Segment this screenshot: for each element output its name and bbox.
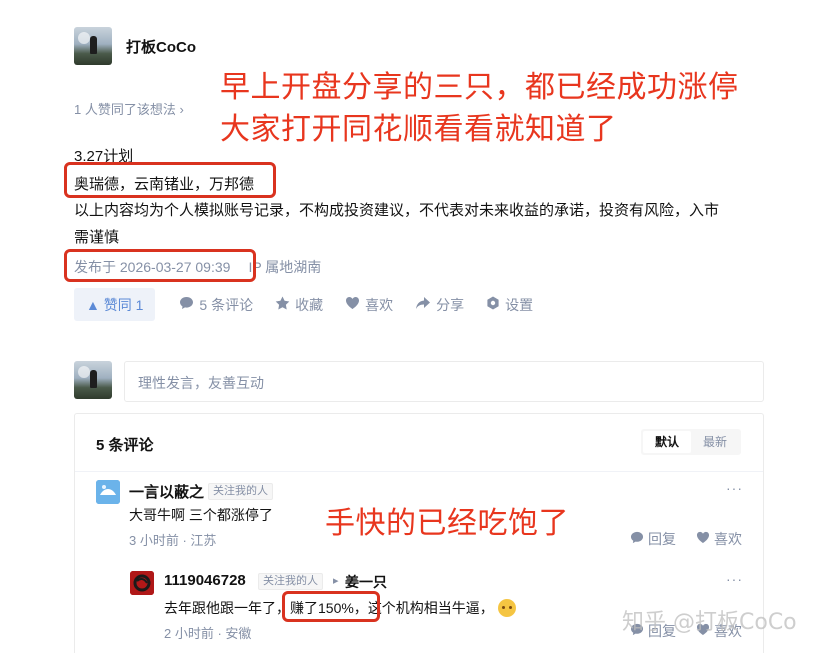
collect-label: 收藏 [295, 296, 324, 313]
comment-input[interactable]: 理性发言，友善互动 [124, 361, 764, 402]
reply-label: 回复 [648, 531, 676, 547]
chevron-right-icon: › [179, 102, 184, 117]
author-name[interactable]: 打板CoCo [126, 36, 196, 57]
settings-label: 设置 [505, 296, 534, 313]
settings-button[interactable]: 设置 [486, 295, 533, 315]
comment-icon [179, 296, 194, 313]
comment-avatar[interactable] [96, 480, 120, 504]
like-label: 喜欢 [714, 531, 742, 547]
ip-location: IP 属地湖南 [248, 259, 322, 275]
annotation-line-1: 早上开盘分享的三只，都已经成功涨停 [220, 70, 739, 105]
share-button[interactable]: 分享 [415, 295, 464, 315]
share-label: 分享 [436, 296, 465, 313]
highlight-box-return [282, 591, 380, 622]
comments-count: 5 条评论 [96, 437, 154, 454]
comment-author[interactable]: 一言以蔽之 [129, 481, 204, 502]
current-user-avatar [74, 361, 112, 399]
comment-icon [630, 531, 644, 547]
comment-text-part: 这个机构相当牛逼， [367, 600, 494, 616]
comment-like-button[interactable]: 喜欢 [696, 529, 742, 549]
likers-link[interactable]: 1 人赞同了该想法 › [74, 99, 184, 118]
reply-to-user[interactable]: 姜一只 [345, 572, 387, 592]
annotation-line-2: 大家打开同花顺看看就知道了 [220, 112, 617, 147]
divider [75, 471, 763, 472]
collect-button[interactable]: 收藏 [275, 295, 323, 315]
author-avatar[interactable] [74, 27, 112, 65]
sort-default-tab[interactable]: 默认 [642, 431, 691, 453]
sort-toggle: 默认 最新 [640, 429, 741, 455]
gear-icon [486, 296, 500, 313]
star-icon [275, 296, 290, 313]
comment-author[interactable]: 1119046728 [164, 572, 246, 589]
comments-button[interactable]: 5 条评论 [179, 295, 253, 315]
comment-text-part: 去年跟他跟一年了， [164, 600, 290, 616]
reply-arrow-icon: ▸ [333, 575, 339, 587]
sort-latest-tab[interactable]: 最新 [691, 431, 739, 453]
heart-icon [696, 531, 710, 547]
annotation-comment: 手快的已经吃饱了 [325, 506, 569, 541]
share-icon [415, 296, 431, 313]
comment-time: 2 小时前 · 安徽 [164, 626, 252, 641]
reply-button[interactable]: 回复 [630, 529, 676, 549]
watermark: 知乎 @打板CoCo [622, 610, 797, 635]
more-icon[interactable]: ··· [726, 480, 743, 496]
likers-text: 1 人赞同了该想法 [74, 102, 176, 117]
post-disclaimer: 以上内容均为个人模拟账号记录，不构成投资建议，不代表对未来收益的承诺，投资有风险… [74, 202, 720, 219]
vote-up-button[interactable]: ▲ 赞同 1 [74, 288, 156, 321]
like-button[interactable]: 喜欢 [345, 295, 393, 315]
comments-label: 5 条评论 [199, 296, 254, 313]
highlight-box-stocks [64, 162, 276, 198]
comment-text: 大哥牛啊 三个都涨停了 [129, 507, 273, 523]
highlight-box-time [64, 249, 256, 282]
heart-icon [345, 296, 360, 313]
more-icon[interactable]: ··· [726, 571, 743, 587]
comment-avatar[interactable] [130, 571, 154, 595]
post-action-bar: ▲ 赞同 1 5 条评论 收藏 喜欢 分享 设置 [74, 288, 533, 321]
emoji-icon [497, 599, 516, 617]
like-label: 喜欢 [365, 296, 394, 313]
follower-badge: 关注我的人 [258, 573, 323, 590]
comment-time: 3 小时前 · 江苏 [129, 533, 217, 548]
follower-badge: 关注我的人 [208, 483, 273, 500]
post-disclaimer-cont: 需谨慎 [74, 229, 120, 246]
